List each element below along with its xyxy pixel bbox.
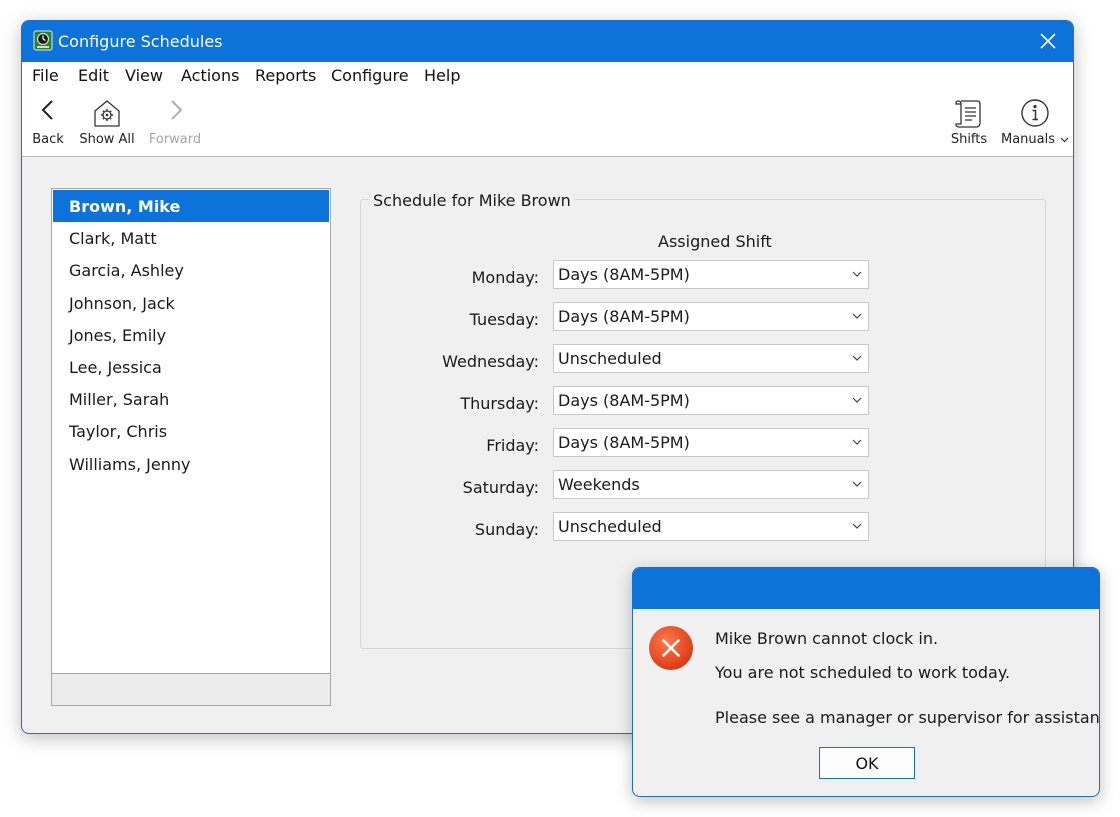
day-label: Wednesday: — [442, 352, 539, 371]
dialog-message-line1: Mike Brown cannot clock in. — [715, 629, 939, 648]
chevron-down-icon — [852, 523, 862, 529]
employee-list-item[interactable]: Garcia, Ashley — [53, 254, 329, 286]
chevron-down-icon — [852, 439, 862, 445]
shift-dropdown[interactable]: Days (8AM-5PM) — [553, 260, 869, 289]
forward-button[interactable]: Forward — [144, 90, 206, 156]
window-title: Configure Schedules — [58, 32, 223, 51]
menu-help[interactable]: Help — [424, 66, 460, 85]
chevron-down-icon — [852, 355, 862, 361]
back-arrow-icon — [41, 100, 53, 120]
manuals-button[interactable]: Manuals — [1001, 90, 1070, 156]
forward-label: Forward — [148, 132, 202, 147]
shifts-label: Shifts — [950, 132, 988, 147]
toolbar: Back Show All Forward Shifts Manuals — [22, 90, 1073, 157]
shift-dropdown[interactable]: Unscheduled — [553, 512, 869, 541]
menu-file[interactable]: File — [32, 66, 59, 85]
info-icon — [1021, 99, 1049, 127]
back-label: Back — [32, 132, 64, 147]
manuals-label: Manuals — [1000, 132, 1055, 147]
shift-dropdown-value: Days (8AM-5PM) — [558, 391, 690, 410]
show-all-label: Show All — [79, 132, 135, 147]
ok-button[interactable]: OK — [819, 747, 915, 779]
day-label: Sunday: — [474, 520, 539, 539]
shifts-button[interactable]: Shifts — [944, 90, 994, 156]
error-dialog: Mike Brown cannot clock in. You are not … — [632, 567, 1100, 797]
day-label: Monday: — [471, 268, 539, 287]
forward-arrow-icon — [171, 100, 183, 120]
menu-view[interactable]: View — [125, 66, 163, 85]
shift-dropdown[interactable]: Days (8AM-5PM) — [553, 428, 869, 457]
dialog-message-line3: Please see a manager or supervisor for a… — [715, 708, 1100, 727]
show-all-button[interactable]: Show All — [77, 90, 137, 156]
employee-list-item[interactable]: Brown, Mike — [53, 190, 329, 222]
dialog-message-line2: You are not scheduled to work today. — [715, 663, 1011, 682]
shift-dropdown-value: Days (8AM-5PM) — [558, 433, 690, 452]
employee-list-item[interactable]: Clark, Matt — [53, 222, 329, 254]
schedule-title: Schedule for Mike Brown — [369, 191, 575, 210]
app-icon — [33, 30, 53, 51]
day-label: Tuesday: — [469, 310, 539, 329]
list-footer — [52, 673, 330, 705]
employee-list-item[interactable]: Lee, Jessica — [53, 351, 329, 383]
menu-edit[interactable]: Edit — [78, 66, 109, 85]
chevron-down-icon — [852, 481, 862, 487]
shift-dropdown[interactable]: Days (8AM-5PM) — [553, 302, 869, 331]
chevron-down-icon — [852, 397, 862, 403]
settings-house-icon — [94, 100, 120, 127]
day-label: Friday: — [486, 436, 539, 455]
menu-reports[interactable]: Reports — [255, 66, 316, 85]
menu-bar: File Edit View Actions Reports Configure… — [22, 62, 1073, 90]
menu-actions[interactable]: Actions — [181, 66, 239, 85]
title-bar[interactable]: Configure Schedules — [22, 21, 1073, 62]
dialog-title-bar[interactable] — [633, 568, 1099, 609]
assigned-shift-header: Assigned Shift — [658, 232, 772, 251]
shift-dropdown-value: Unscheduled — [558, 349, 662, 368]
employee-list-item[interactable]: Williams, Jenny — [53, 448, 329, 480]
chevron-down-icon — [852, 271, 862, 277]
chevron-down-icon — [852, 313, 862, 319]
employee-list-item[interactable]: Miller, Sarah — [53, 383, 329, 415]
employee-list-item[interactable]: Taylor, Chris — [53, 415, 329, 447]
chevron-down-icon — [1060, 137, 1069, 143]
employee-list-item[interactable]: Jones, Emily — [53, 319, 329, 351]
error-icon — [649, 626, 693, 670]
shift-dropdown-value: Days (8AM-5PM) — [558, 307, 690, 326]
back-button[interactable]: Back — [28, 90, 68, 156]
scroll-icon — [955, 100, 981, 128]
day-label: Saturday: — [462, 478, 539, 497]
shift-dropdown[interactable]: Weekends — [553, 470, 869, 499]
employee-list-item[interactable]: Johnson, Jack — [53, 287, 329, 319]
shift-dropdown[interactable]: Unscheduled — [553, 344, 869, 373]
screen: Configure Schedules File Edit View Actio… — [0, 0, 1120, 817]
shift-dropdown[interactable]: Days (8AM-5PM) — [553, 386, 869, 415]
shift-dropdown-value: Days (8AM-5PM) — [558, 265, 690, 284]
menu-configure[interactable]: Configure — [331, 66, 409, 85]
close-icon[interactable] — [1037, 30, 1059, 52]
shift-dropdown-value: Weekends — [558, 475, 640, 494]
employee-list[interactable]: Brown, Mike Clark, Matt Garcia, Ashley John… — [51, 188, 331, 706]
day-label: Thursday: — [460, 394, 539, 413]
shift-dropdown-value: Unscheduled — [558, 517, 662, 536]
